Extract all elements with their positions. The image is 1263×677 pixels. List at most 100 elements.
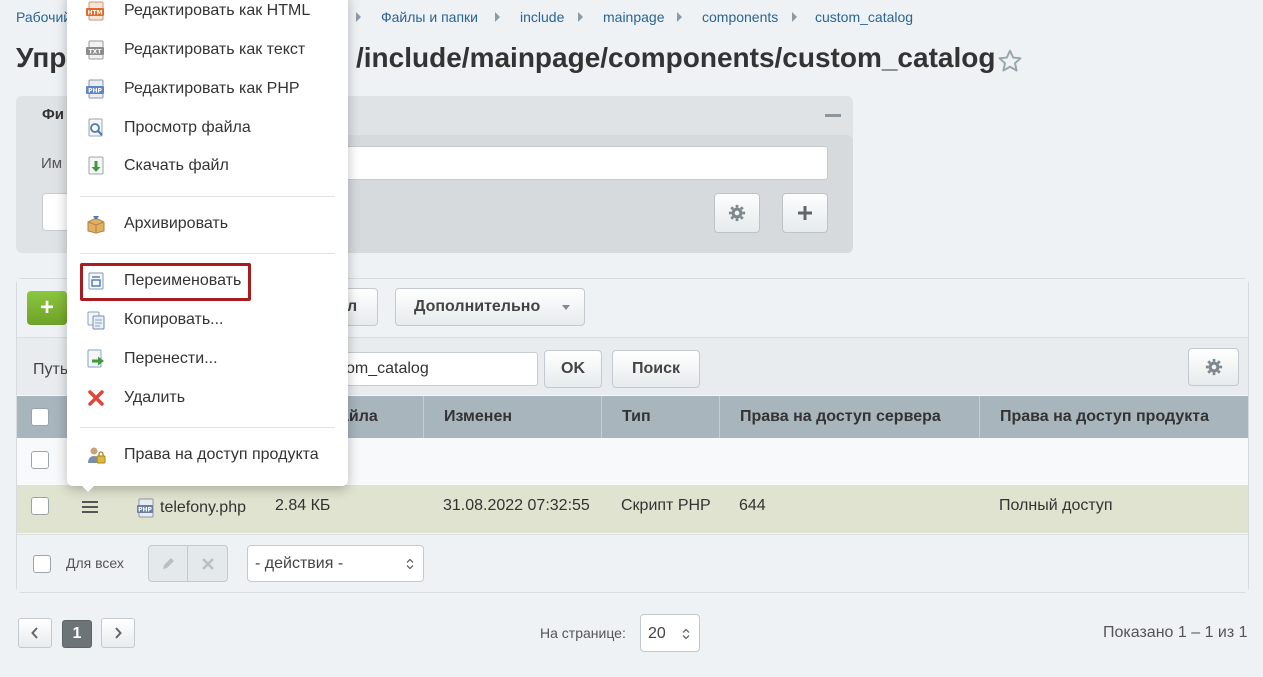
- shown-count: Показано 1 – 1 из 1: [1103, 624, 1248, 641]
- php-file-icon: PHP: [86, 79, 104, 99]
- svg-text:PHP: PHP: [88, 88, 102, 95]
- file-server-rights: 644: [739, 497, 766, 514]
- page-title: /include/mainpage/components/custom_cata…: [356, 42, 996, 73]
- breadcrumb-home[interactable]: Рабочий: [16, 9, 71, 25]
- per-page-label: На странице:: [540, 625, 626, 641]
- menu-item-access-rights[interactable]: Права на доступ продукта: [67, 436, 348, 474]
- context-menu-pointer: [81, 485, 95, 492]
- menu-item-label: Скачать файл: [124, 157, 229, 174]
- file-type: Скрипт PHP: [621, 497, 711, 514]
- add-button[interactable]: +: [27, 291, 67, 325]
- menu-item-view-file[interactable]: Просмотр файла: [67, 109, 348, 147]
- more-button-label: Дополнительно: [414, 298, 541, 315]
- menu-item-move[interactable]: Перенести...: [67, 340, 348, 378]
- filter-settings-button[interactable]: [714, 193, 760, 233]
- path-input[interactable]: om_catalog: [340, 352, 538, 386]
- page-title-prefix: Упр: [16, 42, 67, 73]
- delete-icon: [88, 390, 104, 406]
- filter-name-input[interactable]: [340, 146, 828, 180]
- archive-icon: [87, 216, 105, 234]
- gear-icon: [1205, 358, 1222, 376]
- edit-button[interactable]: [149, 546, 188, 581]
- favorite-star-icon[interactable]: [997, 48, 1023, 74]
- filter-add-button[interactable]: [782, 193, 828, 233]
- menu-item-edit-html[interactable]: HTM Редактировать как HTML: [67, 0, 348, 30]
- filter-heading: Фи: [42, 106, 65, 123]
- menu-item-copy[interactable]: Копировать...: [67, 301, 348, 339]
- page-number[interactable]: 1: [62, 620, 92, 648]
- row-menu-icon[interactable]: [81, 500, 99, 514]
- menu-item-label: Удалить: [124, 389, 186, 406]
- row-checkbox[interactable]: [31, 497, 49, 515]
- column-header-type[interactable]: Тип: [601, 396, 719, 438]
- menu-item-label: Права на доступ продукта: [124, 446, 319, 463]
- collapse-filter-icon[interactable]: [825, 114, 841, 117]
- txt-file-icon: TXT: [86, 40, 104, 60]
- per-page-value: 20: [648, 625, 666, 642]
- breadcrumb-components[interactable]: components: [702, 9, 778, 25]
- menu-divider: [80, 196, 335, 197]
- pencil-icon: [163, 557, 174, 569]
- view-file-icon: [88, 118, 103, 137]
- file-name[interactable]: telefony.php: [160, 499, 246, 517]
- file-modified: 31.08.2022 07:32:55: [443, 497, 590, 514]
- svg-text:HTM: HTM: [87, 10, 102, 17]
- menu-item-edit-php[interactable]: PHP Редактировать как PHP: [67, 70, 348, 108]
- menu-item-archive[interactable]: Архивировать: [67, 205, 348, 243]
- for-all-label: Для всех: [66, 555, 124, 571]
- column-header-modified[interactable]: Изменен: [423, 396, 601, 438]
- menu-item-download[interactable]: Скачать файл: [67, 147, 348, 185]
- menu-divider: [80, 253, 335, 254]
- prev-page-button[interactable]: [18, 618, 52, 648]
- move-icon: [87, 349, 104, 368]
- menu-item-delete[interactable]: Удалить: [67, 379, 348, 417]
- actions-select[interactable]: - действия -: [247, 545, 424, 582]
- close-icon: [201, 557, 214, 570]
- php-file-icon: PHP: [137, 498, 154, 518]
- chevron-right-icon: [115, 627, 122, 639]
- menu-item-edit-text[interactable]: TXT Редактировать как текст: [67, 31, 348, 69]
- rename-highlight-box: [80, 263, 251, 301]
- chevron-down-icon: [562, 305, 570, 310]
- per-page-select[interactable]: 20: [640, 614, 700, 652]
- breadcrumb-mainpage[interactable]: mainpage: [603, 9, 665, 25]
- access-rights-icon: [88, 447, 106, 464]
- breadcrumb-separator: [677, 12, 682, 22]
- delete-selected-button[interactable]: [188, 546, 227, 581]
- file-product-rights: Полный доступ: [999, 497, 1113, 514]
- breadcrumb-files[interactable]: Файлы и папки: [381, 9, 478, 25]
- breadcrumb-separator: [495, 12, 500, 22]
- menu-divider: [80, 427, 335, 428]
- menu-item-label: Перенести...: [124, 350, 218, 367]
- select-all-checkbox[interactable]: [31, 408, 49, 426]
- ok-button[interactable]: OK: [544, 350, 602, 388]
- select-arrows-icon: [682, 628, 690, 640]
- next-page-button[interactable]: [101, 618, 135, 648]
- more-button[interactable]: Дополнительно: [395, 288, 585, 326]
- plus-icon: [798, 206, 812, 220]
- download-file-icon: [88, 156, 104, 175]
- search-button[interactable]: Поиск: [612, 350, 700, 388]
- breadcrumb-custom-catalog[interactable]: custom_catalog: [815, 9, 913, 25]
- for-all-checkbox[interactable]: [33, 555, 51, 573]
- gear-icon: [728, 204, 746, 222]
- menu-item-label: Архивировать: [124, 215, 229, 232]
- breadcrumb-include[interactable]: include: [520, 9, 564, 25]
- select-arrows-icon: [406, 558, 414, 570]
- column-header-server-rights[interactable]: Права на доступ сервера: [719, 396, 979, 438]
- copy-icon: [87, 311, 105, 330]
- menu-item-label: Редактировать как HTML: [124, 2, 311, 19]
- menu-item-label: Просмотр файла: [124, 119, 251, 136]
- chevron-left-icon: [31, 627, 38, 639]
- filter-name-label: Им: [41, 155, 63, 172]
- svg-text:TXT: TXT: [89, 49, 103, 56]
- file-size: 2.84 КБ: [275, 497, 331, 514]
- breadcrumb-separator: [578, 12, 583, 22]
- group-edit-buttons: [148, 545, 228, 582]
- svg-text:PHP: PHP: [138, 507, 152, 514]
- actions-select-value: - действия -: [255, 555, 344, 572]
- path-label: Путь: [33, 361, 69, 378]
- column-header-product-rights[interactable]: Права на доступ продукта: [979, 396, 1248, 438]
- row-checkbox[interactable]: [31, 451, 49, 469]
- list-settings-button[interactable]: [1188, 348, 1239, 386]
